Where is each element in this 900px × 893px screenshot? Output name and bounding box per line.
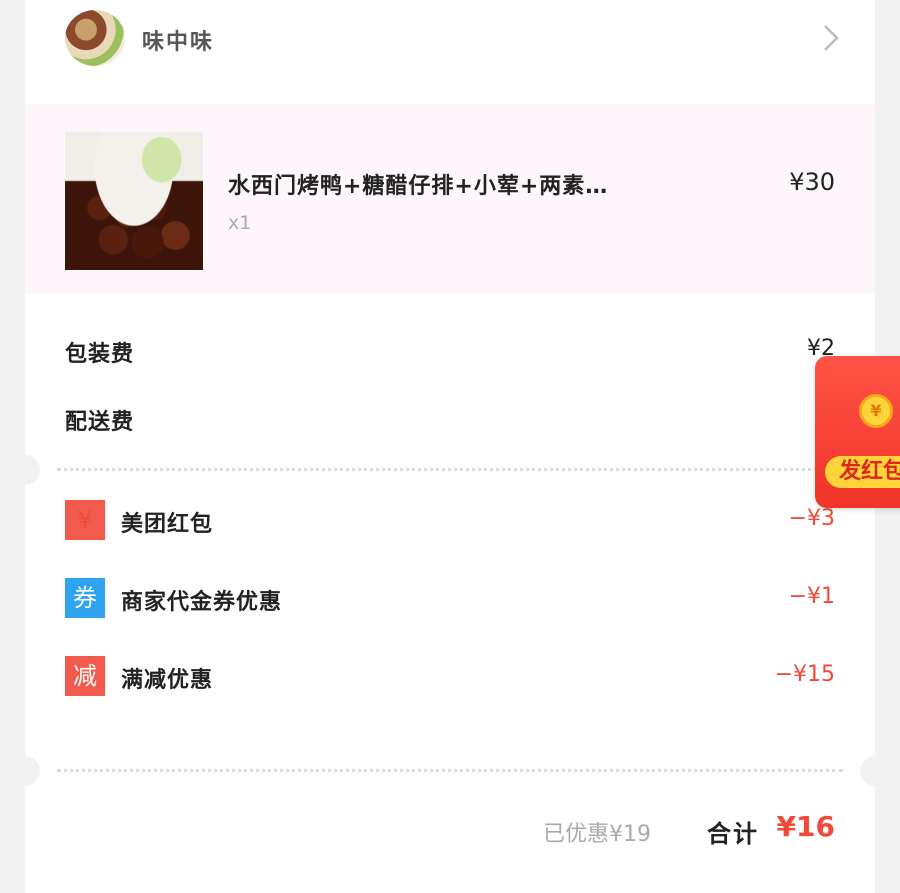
- ticket-notch: [860, 756, 890, 786]
- saved-amount: 已优惠¥19: [543, 822, 651, 847]
- voucher-icon: 券: [65, 578, 105, 618]
- coin-icon: ¥: [859, 394, 893, 428]
- reduction-icon: 减: [65, 656, 105, 696]
- discount-label: 美团红包: [121, 512, 214, 537]
- divider: [57, 468, 843, 471]
- discount-value: −¥15: [774, 662, 835, 687]
- item-title: 水西门烤鸭+糖醋仔排+小荤+两素…: [228, 174, 609, 199]
- shop-header[interactable]: 味中味: [25, 0, 875, 80]
- packaging-fee-row: 包装费 ¥2: [65, 330, 835, 370]
- chevron-right-icon[interactable]: [817, 24, 845, 52]
- order-card: 味中味 水西门烤鸭+糖醋仔排+小荤+两素… x1 ¥30 包装费 ¥2 配送费 …: [25, 0, 875, 893]
- ticket-notch: [10, 455, 40, 485]
- discount-value: −¥3: [788, 506, 835, 531]
- order-item[interactable]: 水西门烤鸭+糖醋仔排+小荤+两素… x1 ¥30: [25, 104, 875, 294]
- coupon-yen-icon: ¥: [65, 500, 105, 540]
- item-price: ¥30: [789, 168, 835, 196]
- discount-value: −¥1: [788, 584, 835, 609]
- delivery-fee-row: 配送费 ¥: [65, 398, 835, 438]
- total-label: 合计: [707, 820, 759, 848]
- divider: [57, 769, 843, 772]
- discount-row-voucher: 券 商家代金券优惠 −¥1: [65, 578, 835, 618]
- discount-row-full-reduction: 减 满减优惠 −¥15: [65, 656, 835, 696]
- packaging-fee-label: 包装费: [65, 342, 135, 367]
- shop-name: 味中味: [142, 30, 215, 55]
- send-red-envelope-button[interactable]: 发红包: [825, 456, 900, 488]
- discount-row-meituan: ¥ 美团红包 −¥3: [65, 500, 835, 540]
- delivery-fee-label: 配送费: [65, 410, 135, 435]
- ticket-notch: [10, 756, 40, 786]
- shop-logo: [65, 10, 125, 66]
- red-envelope-widget[interactable]: ¥ 发红包: [815, 356, 900, 508]
- discount-label: 满减优惠: [121, 668, 214, 693]
- item-image: [65, 132, 203, 270]
- total-value: ¥16: [776, 810, 835, 843]
- discount-label: 商家代金券优惠: [121, 590, 283, 615]
- item-quantity: x1: [228, 212, 252, 234]
